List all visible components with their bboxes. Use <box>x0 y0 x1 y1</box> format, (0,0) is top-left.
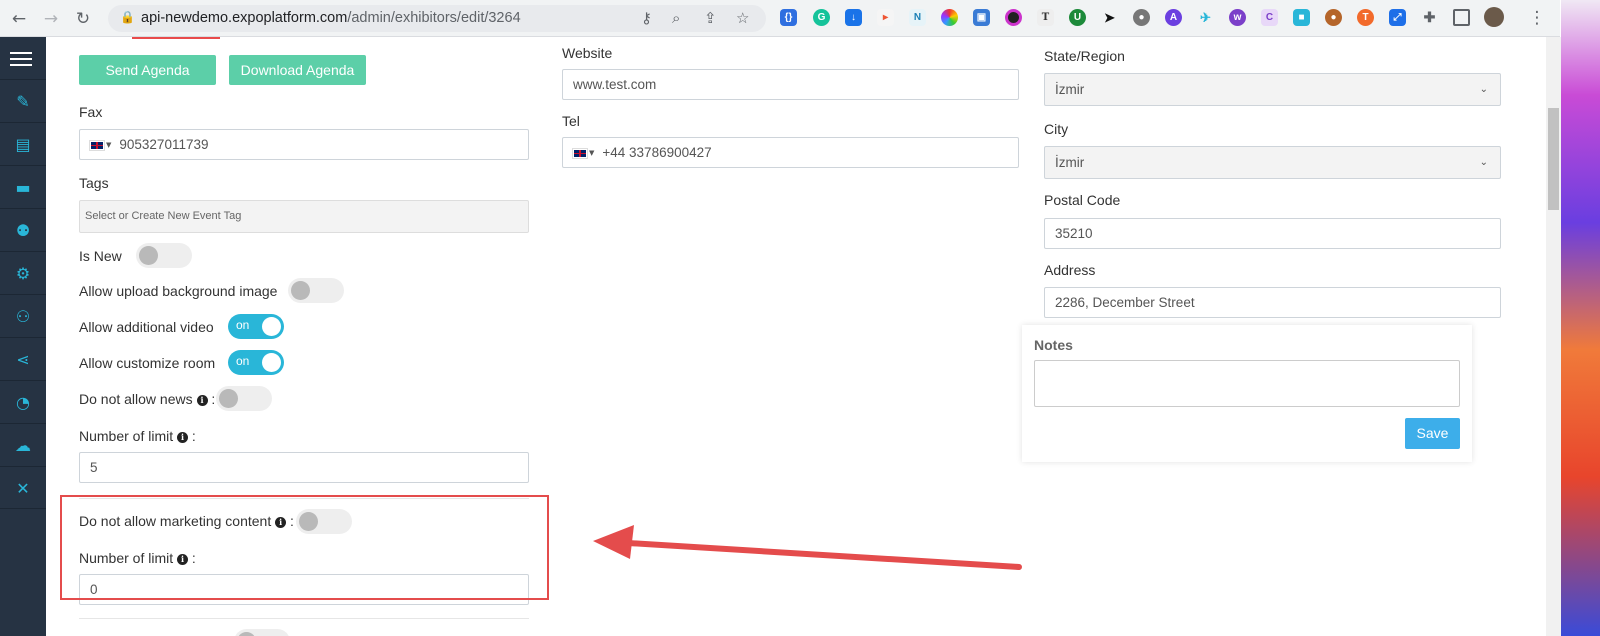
browser-toolbar: ← → ↻ 🔒 api-newdemo.expoplatform.com/adm… <box>0 0 1560 37</box>
extension-font-icon[interactable]: T <box>1037 9 1054 26</box>
hamburger-menu-icon[interactable] <box>10 52 32 66</box>
extension-color-icon[interactable] <box>941 9 958 26</box>
browser-menu-icon[interactable]: ⋮ <box>1526 7 1548 29</box>
exhibitor-edit-form: Send Agenda Download Agenda Fax ▼ 9053270… <box>46 37 1546 636</box>
arrow-shaft <box>625 540 1022 570</box>
extension-grammarly-icon[interactable]: G <box>813 9 830 26</box>
cloud-upload-icon[interactable]: ☁ <box>0 423 46 466</box>
extension-ublock-icon[interactable]: U <box>1069 9 1086 26</box>
page-scrollbar-thumb[interactable] <box>1548 108 1559 210</box>
extension-record-icon[interactable] <box>1005 9 1022 26</box>
share-icon[interactable]: ⋖ <box>0 337 46 380</box>
url-text: api-newdemo.expoplatform.com/admin/exhib… <box>141 10 521 26</box>
extensions-puzzle-icon[interactable]: ✚ <box>1421 9 1438 26</box>
extension-c-icon[interactable]: C <box>1261 9 1278 26</box>
extension-cookie-icon[interactable]: ● <box>1325 9 1342 26</box>
extension-n-icon[interactable]: N <box>909 9 926 26</box>
address-bar[interactable]: 🔒 api-newdemo.expoplatform.com/admin/exh… <box>108 5 766 32</box>
extension-play-icon[interactable]: ▸ <box>877 9 894 26</box>
extension-link-icon[interactable]: ⤢ <box>1389 9 1406 26</box>
side-panel-icon[interactable] <box>1453 9 1470 26</box>
extension-w-icon[interactable]: w <box>1229 9 1246 26</box>
forward-icon[interactable]: → <box>40 8 62 30</box>
extension-rocket-icon[interactable]: ✈ <box>1197 9 1214 26</box>
annotation-arrow <box>593 525 1022 570</box>
sitemap-icon[interactable]: ⚇ <box>0 294 46 337</box>
lock-icon: 🔒 <box>120 10 135 24</box>
desktop-background <box>1561 0 1600 636</box>
wrench-icon[interactable]: ✕ <box>0 466 46 509</box>
gear-icon[interactable]: ⚙ <box>0 251 46 294</box>
bookmark-star-icon[interactable]: ☆ <box>736 9 749 27</box>
users-icon[interactable]: ⚉ <box>0 208 46 251</box>
reload-icon[interactable]: ↻ <box>72 8 94 30</box>
back-icon[interactable]: ← <box>8 8 30 30</box>
zoom-icon[interactable]: ⌕ <box>672 9 680 27</box>
briefcase-icon[interactable]: ▤ <box>0 122 46 165</box>
extension-screenshot-icon[interactable]: ▣ <box>973 9 990 26</box>
admin-sidebar: ✎ ▤ ▬ ⚉ ⚙ ⚇ ⋖ ◔ ☁ ✕ <box>0 37 46 636</box>
chart-pie-icon[interactable]: ◔ <box>0 380 46 423</box>
extension-json-icon[interactable]: {} <box>780 9 797 26</box>
extension-a-icon[interactable]: A <box>1165 9 1182 26</box>
key-icon[interactable]: ⚷ <box>641 9 652 27</box>
pencil-icon[interactable]: ✎ <box>0 79 46 122</box>
extension-cursor-icon[interactable]: ➤ <box>1101 9 1118 26</box>
bed-icon[interactable]: ▬ <box>0 165 46 208</box>
extension-circle-icon[interactable]: ● <box>1133 9 1150 26</box>
profile-avatar[interactable] <box>1484 7 1504 27</box>
arrow-head <box>593 525 634 559</box>
extension-t-icon[interactable]: T <box>1357 9 1374 26</box>
extension-download-icon[interactable]: ↓ <box>845 9 862 26</box>
share-page-icon[interactable]: ⇪ <box>704 9 717 27</box>
extension-square-icon[interactable]: ■ <box>1293 9 1310 26</box>
